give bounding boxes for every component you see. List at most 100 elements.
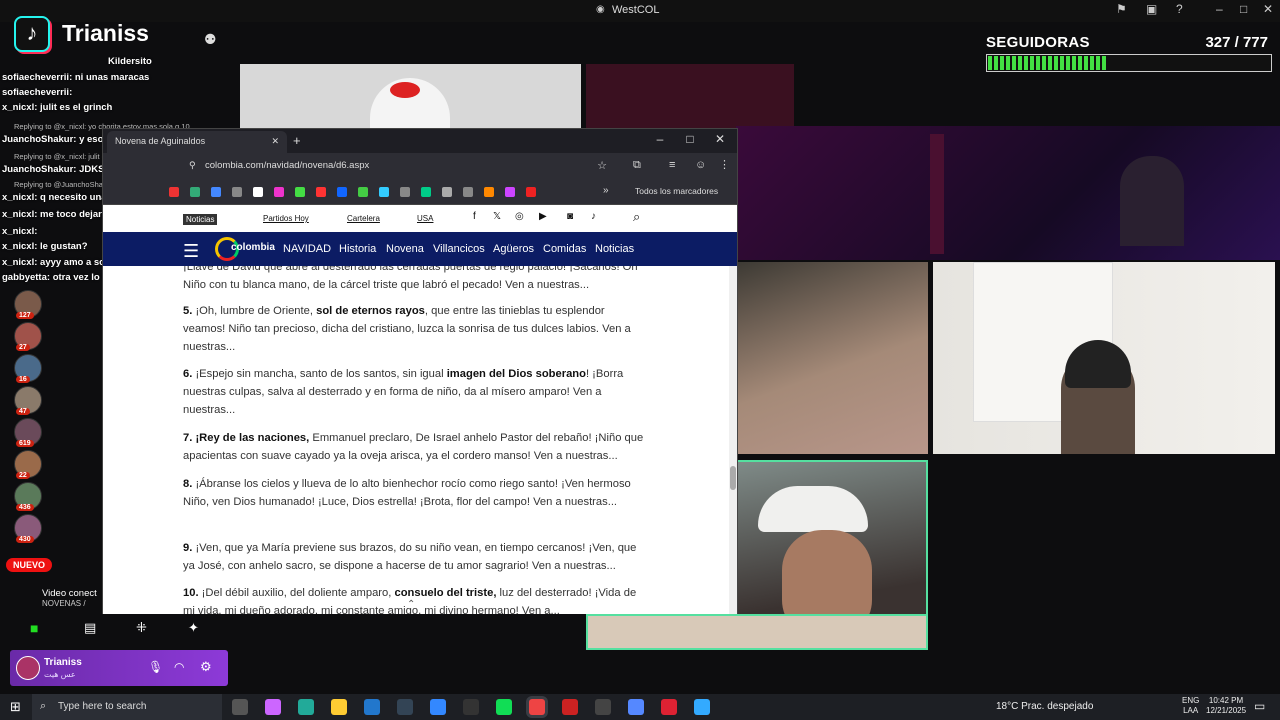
- hamburger-menu-icon[interactable]: ☰: [183, 241, 199, 262]
- profile-icon[interactable]: ☺: [695, 159, 706, 171]
- new-badge[interactable]: NUEVO: [6, 558, 53, 572]
- extensions-icon[interactable]: ⧉: [633, 159, 641, 172]
- nav-villancicos[interactable]: Villancicos: [433, 243, 485, 255]
- taskbar-search[interactable]: ⌕ Type here to search: [32, 694, 222, 720]
- youtube-icon[interactable]: ▶: [539, 211, 547, 222]
- search-icon[interactable]: ⌕: [633, 209, 640, 225]
- bookmark-icon[interactable]: [526, 187, 536, 197]
- site-link-usa[interactable]: USA: [417, 214, 433, 223]
- nav-navidad[interactable]: NAVIDAD: [283, 243, 331, 255]
- media-icon[interactable]: ≡: [669, 159, 675, 171]
- nav-historia[interactable]: Historia: [339, 243, 376, 255]
- flag-icon[interactable]: ⚑: [1116, 2, 1127, 16]
- bookmark-icon[interactable]: [505, 187, 515, 197]
- xbox-icon[interactable]: [463, 699, 479, 715]
- bookmark-icon[interactable]: [400, 187, 410, 197]
- scrollbar[interactable]: [729, 266, 737, 614]
- bookmark-icon[interactable]: [316, 187, 326, 197]
- new-tab-icon[interactable]: +: [293, 133, 301, 148]
- bookmark-icon[interactable]: [463, 187, 473, 197]
- grid-icon[interactable]: ⁜: [136, 620, 147, 636]
- minimize-button[interactable]: –: [1216, 2, 1223, 16]
- chrome-icon[interactable]: [529, 699, 545, 715]
- chat-message: sofiaecheverrii:: [2, 87, 72, 98]
- close-button[interactable]: ✕: [1263, 2, 1273, 16]
- nav-agueros[interactable]: Agüeros: [493, 243, 534, 255]
- instagram-icon[interactable]: ◎: [515, 211, 524, 222]
- chat-icon[interactable]: ▤: [84, 620, 96, 636]
- microphone-icon[interactable]: 🎙︎: [148, 660, 163, 674]
- notifications-icon[interactable]: ▭: [1254, 699, 1265, 713]
- bookmark-icon[interactable]: [295, 187, 305, 197]
- scrollbar-thumb[interactable]: [730, 466, 736, 490]
- help-icon[interactable]: ?: [1176, 2, 1183, 16]
- nav-noticias[interactable]: Noticias: [595, 243, 634, 255]
- headphones-icon[interactable]: ◠: [174, 660, 184, 674]
- app-icon-red[interactable]: [661, 699, 677, 715]
- bookmark-icon[interactable]: [190, 187, 200, 197]
- tab-novena[interactable]: Novena de Aguinaldos ✕: [107, 131, 287, 153]
- bookmark-icon[interactable]: [421, 187, 431, 197]
- bookmark-icon[interactable]: [232, 187, 242, 197]
- spotify-icon[interactable]: [496, 699, 512, 715]
- site-link-partidos[interactable]: Partidos Hoy: [263, 214, 309, 223]
- window-title: WestCOL: [612, 4, 660, 16]
- weather-text[interactable]: 18°C Prac. despejado: [996, 701, 1093, 712]
- add-person-icon[interactable]: ⚉: [204, 31, 217, 48]
- colombia-logo[interactable]: colombia: [215, 237, 275, 261]
- browser-minimize-button[interactable]: –: [645, 132, 675, 146]
- video-connect-label: Video conect NOVENAS /: [42, 588, 97, 608]
- bookmark-icon[interactable]: [253, 187, 263, 197]
- viewer-gift-count: 16: [16, 376, 30, 383]
- discord-icon[interactable]: [628, 699, 644, 715]
- vpn-icon[interactable]: [694, 699, 710, 715]
- browser-close-button[interactable]: ✕: [705, 132, 735, 146]
- tab-close-icon[interactable]: ✕: [271, 136, 279, 147]
- browser-maximize-button[interactable]: □: [675, 132, 705, 146]
- screen-icon[interactable]: ▣: [1146, 2, 1157, 16]
- bookmark-icon[interactable]: [337, 187, 347, 197]
- outlook-icon[interactable]: [364, 699, 380, 715]
- url-field[interactable]: ⚲ colombia.com/navidad/novena/d6.aspx ☆: [183, 157, 613, 175]
- bookmark-icon[interactable]: [211, 187, 221, 197]
- windows-start-icon[interactable]: ⊞: [10, 699, 21, 715]
- opera-icon[interactable]: [562, 699, 578, 715]
- logo-text: colombia: [231, 242, 275, 253]
- site-link-cartelera[interactable]: Cartelera: [347, 214, 380, 223]
- bookmark-icon[interactable]: [442, 187, 452, 197]
- chat-username: JuanchoShakur:: [2, 134, 77, 145]
- facebook-icon[interactable]: f: [473, 211, 476, 222]
- viewer-gift-count: 27: [16, 344, 30, 351]
- more-bookmarks-icon[interactable]: »: [603, 185, 609, 196]
- bookmark-icon[interactable]: [169, 187, 179, 197]
- scroll-up-icon[interactable]: ⌃: [407, 599, 415, 610]
- menu-dots-icon[interactable]: ⋮: [719, 158, 730, 171]
- bookmark-icon[interactable]: [484, 187, 494, 197]
- star-icon[interactable]: ☆: [597, 159, 607, 172]
- copilot-icon[interactable]: [265, 699, 281, 715]
- edge-icon[interactable]: [298, 699, 314, 715]
- all-bookmarks-link[interactable]: Todos los marcadores: [635, 186, 718, 196]
- file-explorer-icon[interactable]: [331, 699, 347, 715]
- bookmark-icon[interactable]: [379, 187, 389, 197]
- steam-icon[interactable]: [397, 699, 413, 715]
- clock[interactable]: 10:42 PM 12/21/2025: [1206, 696, 1246, 716]
- nav-comidas[interactable]: Comidas: [543, 243, 586, 255]
- camera-icon[interactable]: ■: [30, 620, 38, 636]
- maximize-button[interactable]: □: [1240, 2, 1247, 16]
- nav-novena[interactable]: Novena: [386, 243, 424, 255]
- settings-gear-icon[interactable]: ⚙: [200, 659, 212, 675]
- language-indicator[interactable]: ENG LAA: [1182, 696, 1199, 716]
- webcam-room: [933, 262, 1275, 454]
- x-icon[interactable]: 𝕏: [493, 211, 501, 222]
- site-info-icon[interactable]: ⚲: [189, 160, 196, 171]
- magic-icon[interactable]: ✦: [188, 620, 199, 636]
- camera-app-icon[interactable]: ◙: [567, 211, 573, 222]
- bookmark-icon[interactable]: [274, 187, 284, 197]
- task-view-icon[interactable]: [232, 699, 248, 715]
- obs-icon[interactable]: [595, 699, 611, 715]
- store-icon[interactable]: [430, 699, 446, 715]
- site-link-noticias[interactable]: Noticias: [183, 214, 218, 225]
- bookmark-icon[interactable]: [358, 187, 368, 197]
- tiktok-icon[interactable]: ♪: [591, 211, 596, 222]
